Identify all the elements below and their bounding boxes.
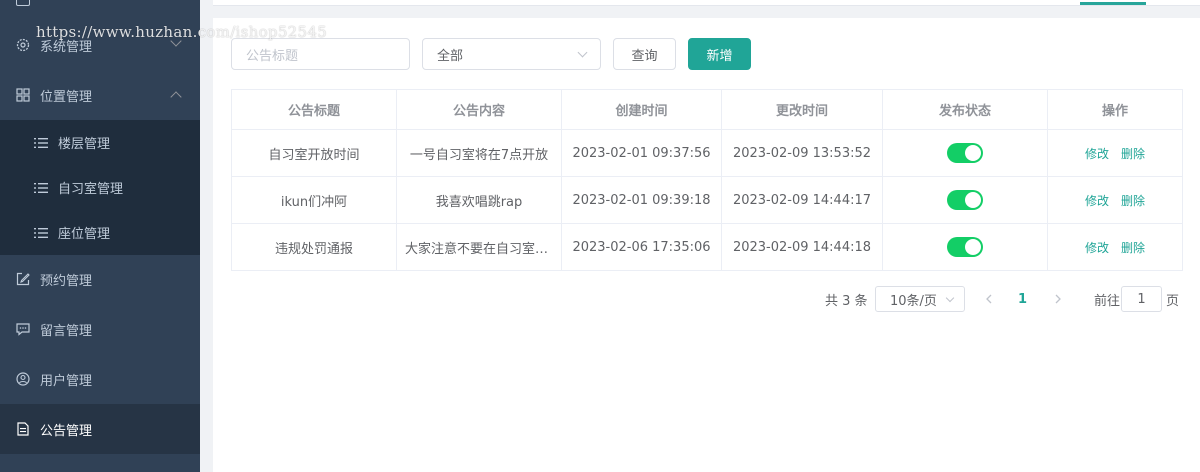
cell-updated: 2023-02-09 13:53:52 <box>721 129 883 177</box>
sidebar-item-label: 位置管理 <box>40 89 93 105</box>
delete-link[interactable]: 删除 <box>1121 147 1145 161</box>
notice-title-input[interactable]: 公告标题 <box>231 38 410 70</box>
pagination-total: 共 3 条 <box>825 293 868 309</box>
toggle-knob <box>965 239 981 255</box>
goto-page-input[interactable]: 1 <box>1121 286 1162 312</box>
publish-toggle[interactable] <box>947 143 983 163</box>
cell-actions: 修改 删除 <box>1047 176 1183 224</box>
delete-link[interactable]: 删除 <box>1121 194 1145 208</box>
list-icon <box>34 181 48 195</box>
table-row: 违规处罚通报 大家注意不要在自习室吃东西 2023-02-06 17:35:06… <box>231 223 1183 271</box>
document-icon <box>16 422 30 436</box>
cell-content: 一号自习室将在7点开放 <box>396 129 562 177</box>
toggle-knob <box>965 192 981 208</box>
chevron-up-icon <box>170 91 182 103</box>
sidebar-item-label: 预约管理 <box>40 273 93 289</box>
cell-actions: 修改 删除 <box>1047 223 1183 271</box>
add-button[interactable]: 新增 <box>688 38 751 70</box>
prev-page-button[interactable] <box>985 286 997 312</box>
cell-updated: 2023-02-09 14:44:17 <box>721 176 883 224</box>
grid-icon <box>16 88 30 102</box>
toggle-knob <box>965 145 981 161</box>
cell-created: 2023-02-01 09:39:18 <box>561 176 722 224</box>
header-content: 公告内容 <box>396 89 562 130</box>
sidebar-item-location[interactable]: 位置管理 <box>0 70 200 120</box>
sidebar-item-label: 留言管理 <box>40 323 93 339</box>
sidebar-item-study-room[interactable]: 自习室管理 <box>0 165 200 210</box>
header-status: 发布状态 <box>882 89 1048 130</box>
sidebar-item-seat[interactable]: 座位管理 <box>0 210 200 255</box>
sidebar-item-floor[interactable]: 楼层管理 <box>0 120 200 165</box>
sidebar: 系统管理 位置管理 楼层管理 自习室管理 座位管理 预约管理 留言管理 用户管理… <box>0 0 200 472</box>
chevron-down-icon <box>945 293 955 303</box>
chevron-left-icon <box>986 294 992 304</box>
cell-created: 2023-02-01 09:37:56 <box>561 129 722 177</box>
header-created: 创建时间 <box>561 89 722 130</box>
cell-updated: 2023-02-09 14:44:18 <box>721 223 883 271</box>
table-row: ikun们冲阿 我喜欢唱跳rap 2023-02-01 09:39:18 202… <box>231 176 1183 224</box>
page-size-select[interactable]: 10条/页 <box>875 286 965 312</box>
cell-content: 我喜欢唱跳rap <box>396 176 562 224</box>
cell-title: ikun们冲阿 <box>231 176 397 224</box>
status-select-value: 全部 <box>437 48 464 64</box>
gear-icon <box>16 38 30 52</box>
header-actions: 操作 <box>1047 89 1183 130</box>
grid-icon <box>16 0 30 6</box>
chevron-down-icon <box>577 47 588 58</box>
cell-title: 违规处罚通报 <box>231 223 397 271</box>
header-updated: 更改时间 <box>721 89 883 130</box>
table-header-row: 公告标题 公告内容 创建时间 更改时间 发布状态 操作 <box>231 89 1183 130</box>
page-unit-label: 页 <box>1166 293 1180 309</box>
sidebar-item-label: 座位管理 <box>58 227 111 242</box>
sidebar-item-system[interactable]: 系统管理 <box>0 20 200 70</box>
sidebar-item-user[interactable]: 用户管理 <box>0 354 200 404</box>
table-row: 自习室开放时间 一号自习室将在7点开放 2023-02-01 09:37:56 … <box>231 129 1183 177</box>
sidebar-item-label: 系统管理 <box>40 39 93 55</box>
sidebar-item-message[interactable]: 留言管理 <box>0 304 200 354</box>
user-icon <box>16 372 30 386</box>
goto-label: 前往 <box>1094 293 1121 309</box>
delete-link[interactable]: 删除 <box>1121 241 1145 255</box>
notice-table: 公告标题 公告内容 创建时间 更改时间 发布状态 操作 自习室开放时间 一号自习… <box>231 89 1183 271</box>
list-icon <box>34 136 48 150</box>
page-number-current[interactable]: 1 <box>1018 286 1032 312</box>
status-select[interactable]: 全部 <box>422 38 601 70</box>
notice-title-placeholder: 公告标题 <box>246 48 299 64</box>
edit-link[interactable]: 修改 <box>1085 147 1109 161</box>
edit-link[interactable]: 修改 <box>1085 241 1109 255</box>
sidebar-item-reservation[interactable]: 预约管理 <box>0 254 200 304</box>
tags-bar <box>213 0 1200 6</box>
edit-link[interactable]: 修改 <box>1085 194 1109 208</box>
sidebar-item-label: 公告管理 <box>40 423 93 439</box>
sidebar-item-label: 自习室管理 <box>58 182 124 197</box>
chevron-down-icon <box>170 35 182 47</box>
sidebar-item-label: 用户管理 <box>40 373 93 389</box>
query-button[interactable]: 查询 <box>613 38 676 70</box>
cell-actions: 修改 删除 <box>1047 129 1183 177</box>
publish-toggle[interactable] <box>947 237 983 257</box>
cell-content: 大家注意不要在自习室吃东西 <box>396 223 562 271</box>
cell-created: 2023-02-06 17:35:06 <box>561 223 722 271</box>
cell-status <box>882 129 1048 177</box>
sidebar-item-label: 楼层管理 <box>58 137 111 152</box>
cell-status <box>882 223 1048 271</box>
publish-toggle[interactable] <box>947 190 983 210</box>
chevron-right-icon <box>1055 294 1061 304</box>
next-page-button[interactable] <box>1054 286 1066 312</box>
list-icon <box>34 226 48 240</box>
sidebar-cut-item <box>0 0 200 20</box>
edit-icon <box>16 272 30 286</box>
header-title: 公告标题 <box>231 89 397 130</box>
cell-status <box>882 176 1048 224</box>
cell-title: 自习室开放时间 <box>231 129 397 177</box>
page-size-value: 10条/页 <box>890 293 937 309</box>
active-tag-indicator[interactable] <box>1080 2 1146 5</box>
message-icon <box>16 322 30 336</box>
sidebar-item-notice[interactable]: 公告管理 <box>0 404 200 454</box>
